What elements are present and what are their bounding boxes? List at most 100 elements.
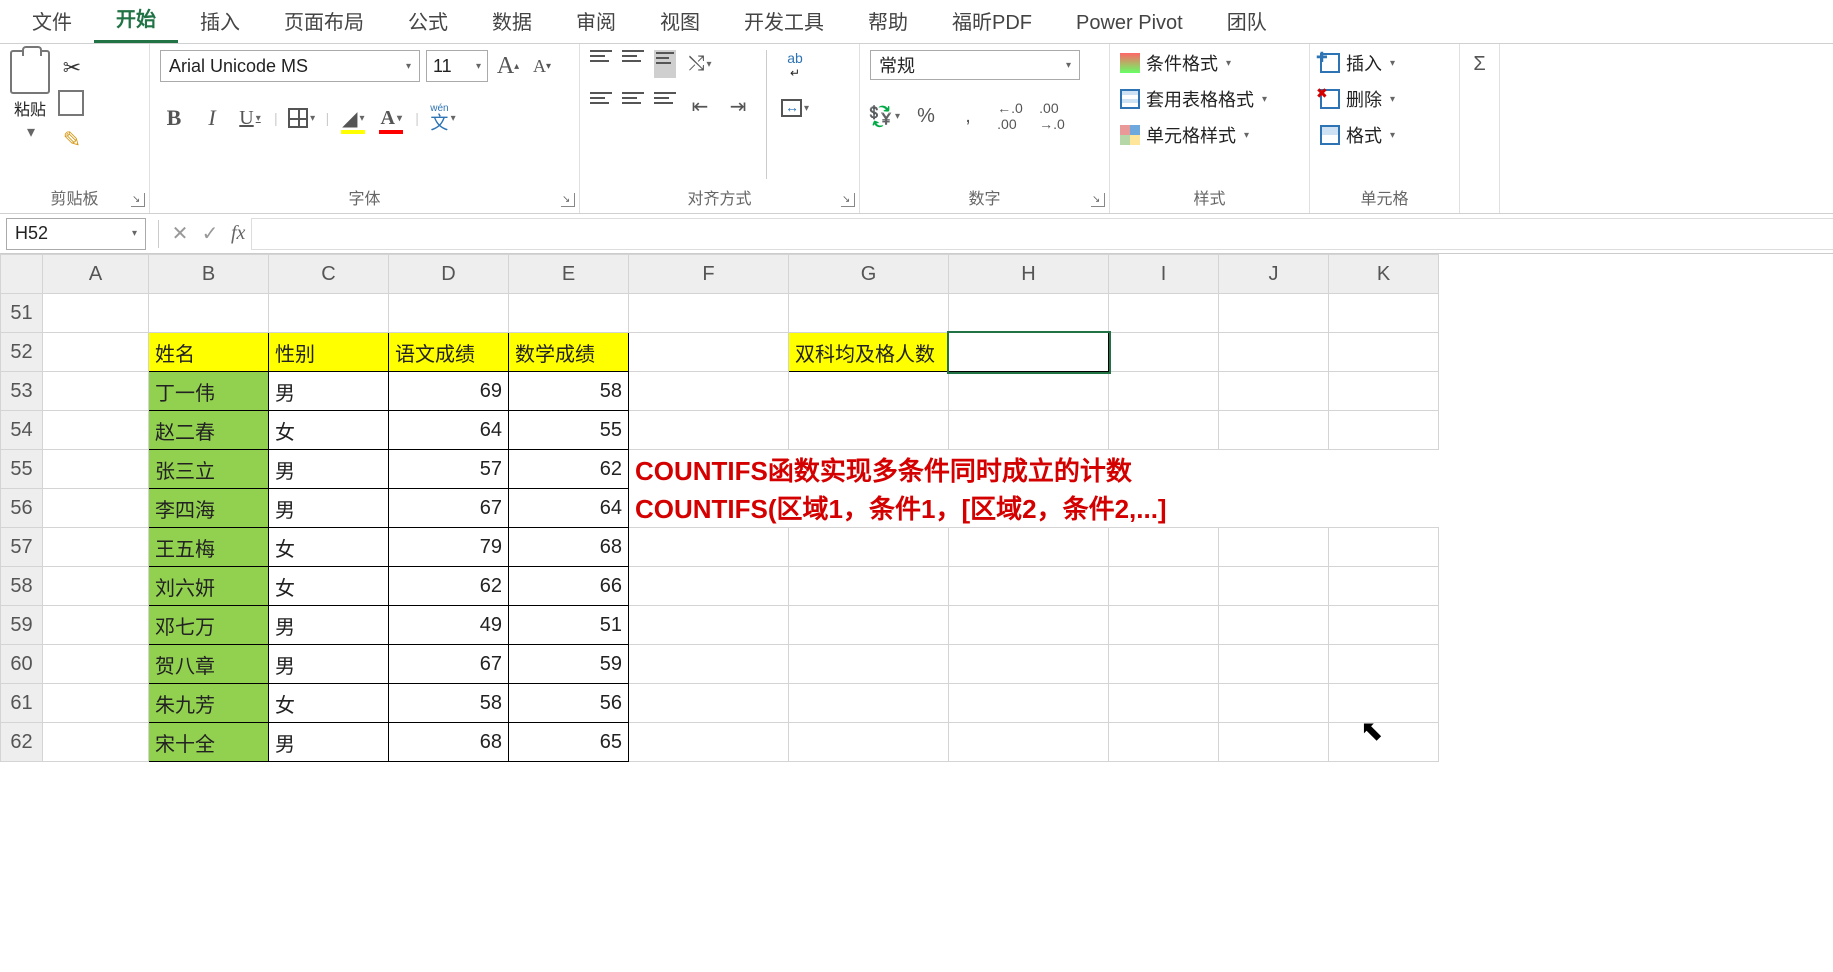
cell-F57[interactable] [629, 528, 789, 567]
cell-K59[interactable] [1329, 606, 1439, 645]
cell-G52[interactable]: 双科均及格人数 [789, 333, 949, 372]
cell-B56[interactable]: 李四海 [149, 489, 269, 528]
align-bottom-button[interactable] [654, 50, 676, 78]
tab-开始[interactable]: 开始 [94, 0, 178, 43]
cell-A56[interactable] [43, 489, 149, 528]
cell-D55[interactable]: 57 [389, 450, 509, 489]
column-header-D[interactable]: D [389, 255, 509, 294]
cell-E57[interactable]: 68 [509, 528, 629, 567]
cell-F51[interactable] [629, 294, 789, 333]
column-header-G[interactable]: G [789, 255, 949, 294]
cell-C54[interactable]: 女 [269, 411, 389, 450]
cell-D60[interactable]: 67 [389, 645, 509, 684]
cell-B53[interactable]: 丁一伟 [149, 372, 269, 411]
cell-E62[interactable]: 65 [509, 723, 629, 762]
cell-J61[interactable] [1219, 684, 1329, 723]
cell-J52[interactable] [1219, 333, 1329, 372]
cell-H52[interactable] [949, 333, 1109, 372]
insert-cells-button[interactable]: ✚ 插入▾ [1320, 50, 1395, 76]
column-header-I[interactable]: I [1109, 255, 1219, 294]
align-left-button[interactable] [590, 92, 612, 120]
cell-D57[interactable]: 79 [389, 528, 509, 567]
comma-button[interactable]: , [954, 102, 982, 130]
column-header-F[interactable]: F [629, 255, 789, 294]
cell-E61[interactable]: 56 [509, 684, 629, 723]
cell-B52[interactable]: 姓名 [149, 333, 269, 372]
cell-K61[interactable] [1329, 684, 1439, 723]
cell-B62[interactable]: 宋十全 [149, 723, 269, 762]
cell-I51[interactable] [1109, 294, 1219, 333]
cell-I58[interactable] [1109, 567, 1219, 606]
tab-审阅[interactable]: 审阅 [554, 0, 638, 43]
column-header-E[interactable]: E [509, 255, 629, 294]
cell-K53[interactable] [1329, 372, 1439, 411]
cell-G59[interactable] [789, 606, 949, 645]
cell-H57[interactable] [949, 528, 1109, 567]
number-format-select[interactable]: 常规▾ [870, 50, 1080, 80]
increase-indent-button[interactable]: ⇥ [724, 92, 752, 120]
cell-I53[interactable] [1109, 372, 1219, 411]
tab-团队[interactable]: 团队 [1205, 0, 1289, 43]
cell-D56[interactable]: 67 [389, 489, 509, 528]
formula-input[interactable] [251, 218, 1833, 250]
cell-H61[interactable] [949, 684, 1109, 723]
cell-K57[interactable] [1329, 528, 1439, 567]
cell-B61[interactable]: 朱九芳 [149, 684, 269, 723]
tab-插入[interactable]: 插入 [178, 0, 262, 43]
column-header-C[interactable]: C [269, 255, 389, 294]
increase-font-icon[interactable]: A▴ [494, 52, 522, 80]
wrap-text-button[interactable]: ab↵ [781, 50, 809, 80]
row-header-55[interactable]: 55 [1, 450, 43, 489]
cell-C59[interactable]: 男 [269, 606, 389, 645]
cell-J59[interactable] [1219, 606, 1329, 645]
tab-开发工具[interactable]: 开发工具 [722, 0, 846, 43]
cell-I59[interactable] [1109, 606, 1219, 645]
tab-公式[interactable]: 公式 [386, 0, 470, 43]
cell-H51[interactable] [949, 294, 1109, 333]
select-all-corner[interactable] [1, 255, 43, 294]
cell-A55[interactable] [43, 450, 149, 489]
row-header-62[interactable]: 62 [1, 723, 43, 762]
number-dialog-launcher[interactable] [1091, 193, 1105, 207]
cell-E55[interactable]: 62 [509, 450, 629, 489]
fill-color-button[interactable]: ◢▾ [339, 104, 367, 132]
conditional-formatting-button[interactable]: 条件格式▾ [1120, 50, 1267, 76]
format-as-table-button[interactable]: 套用表格格式▾ [1120, 86, 1267, 112]
tab-帮助[interactable]: 帮助 [846, 0, 930, 43]
cell-styles-button[interactable]: 单元格样式▾ [1120, 122, 1267, 148]
cell-D61[interactable]: 58 [389, 684, 509, 723]
cut-button[interactable]: ✂ [58, 54, 86, 82]
decrease-indent-button[interactable]: ⇤ [686, 92, 714, 120]
cell-K58[interactable] [1329, 567, 1439, 606]
cell-D53[interactable]: 69 [389, 372, 509, 411]
cell-C58[interactable]: 女 [269, 567, 389, 606]
cell-G58[interactable] [789, 567, 949, 606]
align-middle-button[interactable] [622, 50, 644, 78]
font-dialog-launcher[interactable] [561, 193, 575, 207]
paste-button[interactable]: 粘贴 ▾ [10, 50, 50, 142]
cell-E52[interactable]: 数学成绩 [509, 333, 629, 372]
cell-J51[interactable] [1219, 294, 1329, 333]
column-header-K[interactable]: K [1329, 255, 1439, 294]
cell-B57[interactable]: 王五梅 [149, 528, 269, 567]
cell-A57[interactable] [43, 528, 149, 567]
row-header-54[interactable]: 54 [1, 411, 43, 450]
cell-J54[interactable] [1219, 411, 1329, 450]
cell-E56[interactable]: 64 [509, 489, 629, 528]
cell-C62[interactable]: 男 [269, 723, 389, 762]
cell-A52[interactable] [43, 333, 149, 372]
cell-B58[interactable]: 刘六妍 [149, 567, 269, 606]
cell-G61[interactable] [789, 684, 949, 723]
copy-button[interactable] [58, 90, 86, 118]
align-top-button[interactable] [590, 50, 612, 78]
cell-F61[interactable] [629, 684, 789, 723]
cell-H54[interactable] [949, 411, 1109, 450]
cell-J58[interactable] [1219, 567, 1329, 606]
cell-A61[interactable] [43, 684, 149, 723]
row-header-59[interactable]: 59 [1, 606, 43, 645]
cell-K52[interactable] [1329, 333, 1439, 372]
name-box[interactable]: H52▾ [6, 218, 146, 250]
tab-文件[interactable]: 文件 [10, 0, 94, 43]
cell-B59[interactable]: 邓七万 [149, 606, 269, 645]
cell-E54[interactable]: 55 [509, 411, 629, 450]
